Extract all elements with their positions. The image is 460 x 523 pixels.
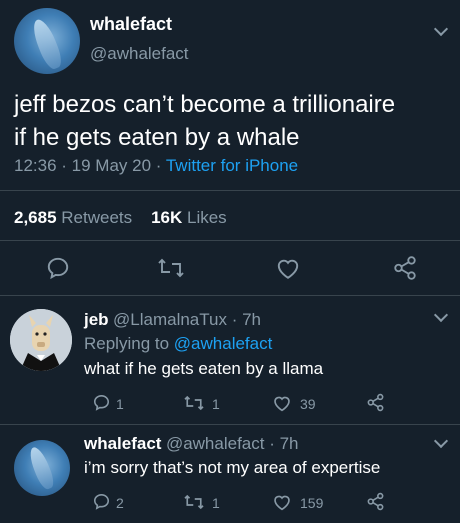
divider (0, 424, 460, 425)
reply-icon[interactable] (92, 492, 111, 511)
reply-text: what if he gets eaten by a llama (84, 359, 324, 378)
reply-count: 2 (116, 495, 124, 511)
replying-to-label: Replying to (84, 334, 170, 353)
share-icon[interactable] (392, 255, 418, 281)
like-count: 39 (300, 396, 316, 412)
retweets-count: 2,685 (14, 208, 57, 227)
divider (0, 240, 460, 241)
author-name[interactable]: whalefact (90, 14, 172, 35)
retweets-label: Retweets (61, 208, 133, 227)
author-handle[interactable]: @awhalefact (90, 44, 189, 64)
like-icon[interactable] (272, 394, 292, 412)
reply-header: jeb @LlamalnaTux · 7h (84, 310, 261, 330)
likes-stat[interactable]: 16K Likes (151, 208, 227, 227)
share-icon[interactable] (366, 492, 385, 511)
like-icon[interactable] (272, 493, 292, 511)
likes-count: 16K (151, 208, 183, 227)
tweet-source-link[interactable]: Twitter for iPhone (166, 156, 298, 175)
reply-icon[interactable] (45, 255, 71, 281)
reply-count: 1 (116, 396, 124, 412)
whale-image (28, 16, 66, 72)
retweet-icon[interactable] (183, 394, 205, 412)
divider (0, 295, 460, 296)
retweet-icon[interactable] (183, 493, 205, 511)
retweet-count: 1 (212, 495, 220, 511)
avatar[interactable] (10, 309, 72, 371)
retweet-count: 1 (212, 396, 220, 412)
reply-author-handle[interactable]: @awhalefact · 7h (166, 434, 299, 453)
reply-icon[interactable] (92, 393, 111, 412)
like-icon[interactable] (275, 256, 301, 280)
tweet-time: 12:36 · 19 May 20 · (14, 156, 162, 175)
chevron-down-icon[interactable] (433, 21, 449, 37)
tweet-text: jeff bezos can’t become a trillionaire i… (14, 88, 454, 154)
like-count: 159 (300, 495, 324, 511)
retweets-stat[interactable]: 2,685 Retweets (14, 208, 132, 227)
tweet-stats: 2,685 Retweets 16K Likes (14, 208, 227, 228)
replying-to-link[interactable]: @awhalefact (174, 334, 273, 353)
reply-header: whalefact @awhalefact · 7h (84, 434, 298, 454)
likes-label: Likes (186, 208, 227, 227)
tweet-meta: 12:36 · 19 May 20 · Twitter for iPhone (14, 156, 298, 176)
avatar[interactable] (14, 440, 70, 496)
reply-author-name[interactable]: whalefact (84, 434, 161, 453)
chevron-down-icon[interactable] (433, 433, 449, 449)
whale-image (26, 444, 57, 492)
tweet-text-line: jeff bezos can’t become a trillionaire (14, 91, 396, 118)
reply-text: i’m sorry that’s not my area of expertis… (84, 458, 381, 477)
reply-author-handle[interactable]: @LlamalnaTux · 7h (113, 310, 261, 329)
chevron-down-icon[interactable] (433, 307, 449, 323)
avatar[interactable] (14, 8, 80, 74)
divider (0, 190, 460, 191)
replying-to: Replying to @awhalefact (84, 334, 272, 354)
llama-image (10, 309, 72, 371)
retweet-icon[interactable] (157, 256, 185, 280)
tweet-text-line: if he gets eaten by a whale (14, 124, 300, 151)
share-icon[interactable] (366, 393, 385, 412)
reply-author-name[interactable]: jeb (84, 310, 109, 329)
